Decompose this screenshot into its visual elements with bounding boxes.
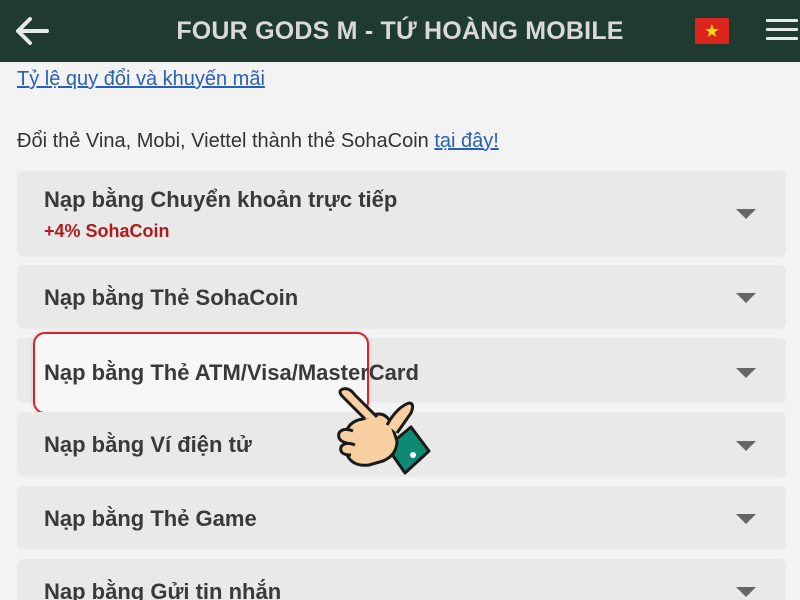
back-arrow-icon[interactable] bbox=[14, 15, 50, 47]
chevron-down-icon[interactable] bbox=[736, 368, 756, 378]
flag-star-icon: ★ bbox=[703, 21, 721, 41]
app-header: FOUR GODS M - TỨ HOÀNG MOBILE ★ bbox=[0, 0, 800, 62]
payment-method-label: Nạp bằng Thẻ Game bbox=[44, 506, 257, 531]
card-exchange-link[interactable]: tại đây! bbox=[434, 130, 498, 152]
card-exchange-text: Đổi thẻ Vina, Mobi, Viettel thành thẻ So… bbox=[17, 130, 435, 152]
payment-method-sms[interactable]: Nạp bằng Gửi tin nhắn bbox=[17, 559, 786, 600]
highlight-box: Nạp bằng Thẻ ATM/Visa/MasterCard bbox=[33, 332, 419, 414]
payment-method-game-card[interactable]: Nạp bằng Thẻ Game bbox=[17, 486, 786, 549]
payment-method-label: Nạp bằng Chuyển khoản trực tiếp bbox=[44, 187, 398, 212]
payment-method-bank-transfer[interactable]: Nạp bằng Chuyển khoản trực tiếp +4% Soha… bbox=[17, 171, 786, 256]
vietnam-flag-icon[interactable]: ★ bbox=[695, 18, 729, 44]
card-exchange-info: Đổi thẻ Vina, Mobi, Viettel thành thẻ So… bbox=[17, 130, 499, 153]
payment-method-label: Nạp bằng Thẻ SohaCoin bbox=[44, 285, 299, 310]
hamburger-menu-icon[interactable] bbox=[766, 19, 798, 43]
exchange-rate-link[interactable]: Tỷ lệ quy đổi và khuyến mãi bbox=[17, 68, 265, 91]
chevron-down-icon[interactable] bbox=[736, 209, 756, 219]
payment-method-label: Nạp bằng Ví điện tử bbox=[44, 432, 252, 457]
chevron-down-icon[interactable] bbox=[736, 441, 756, 451]
pointing-hand-icon bbox=[337, 387, 431, 475]
bonus-badge: +4% SohaCoin bbox=[44, 221, 170, 241]
page-title: FOUR GODS M - TỨ HOÀNG MOBILE bbox=[176, 16, 624, 45]
payment-method-sohacoin-card[interactable]: Nạp bằng Thẻ SohaCoin bbox=[17, 265, 786, 328]
chevron-down-icon[interactable] bbox=[736, 587, 756, 597]
payment-method-label[interactable]: Nạp bằng Thẻ ATM/Visa/MasterCard bbox=[44, 360, 419, 386]
chevron-down-icon[interactable] bbox=[736, 293, 756, 303]
chevron-down-icon[interactable] bbox=[736, 514, 756, 524]
payment-method-label: Nạp bằng Gửi tin nhắn bbox=[44, 579, 282, 600]
